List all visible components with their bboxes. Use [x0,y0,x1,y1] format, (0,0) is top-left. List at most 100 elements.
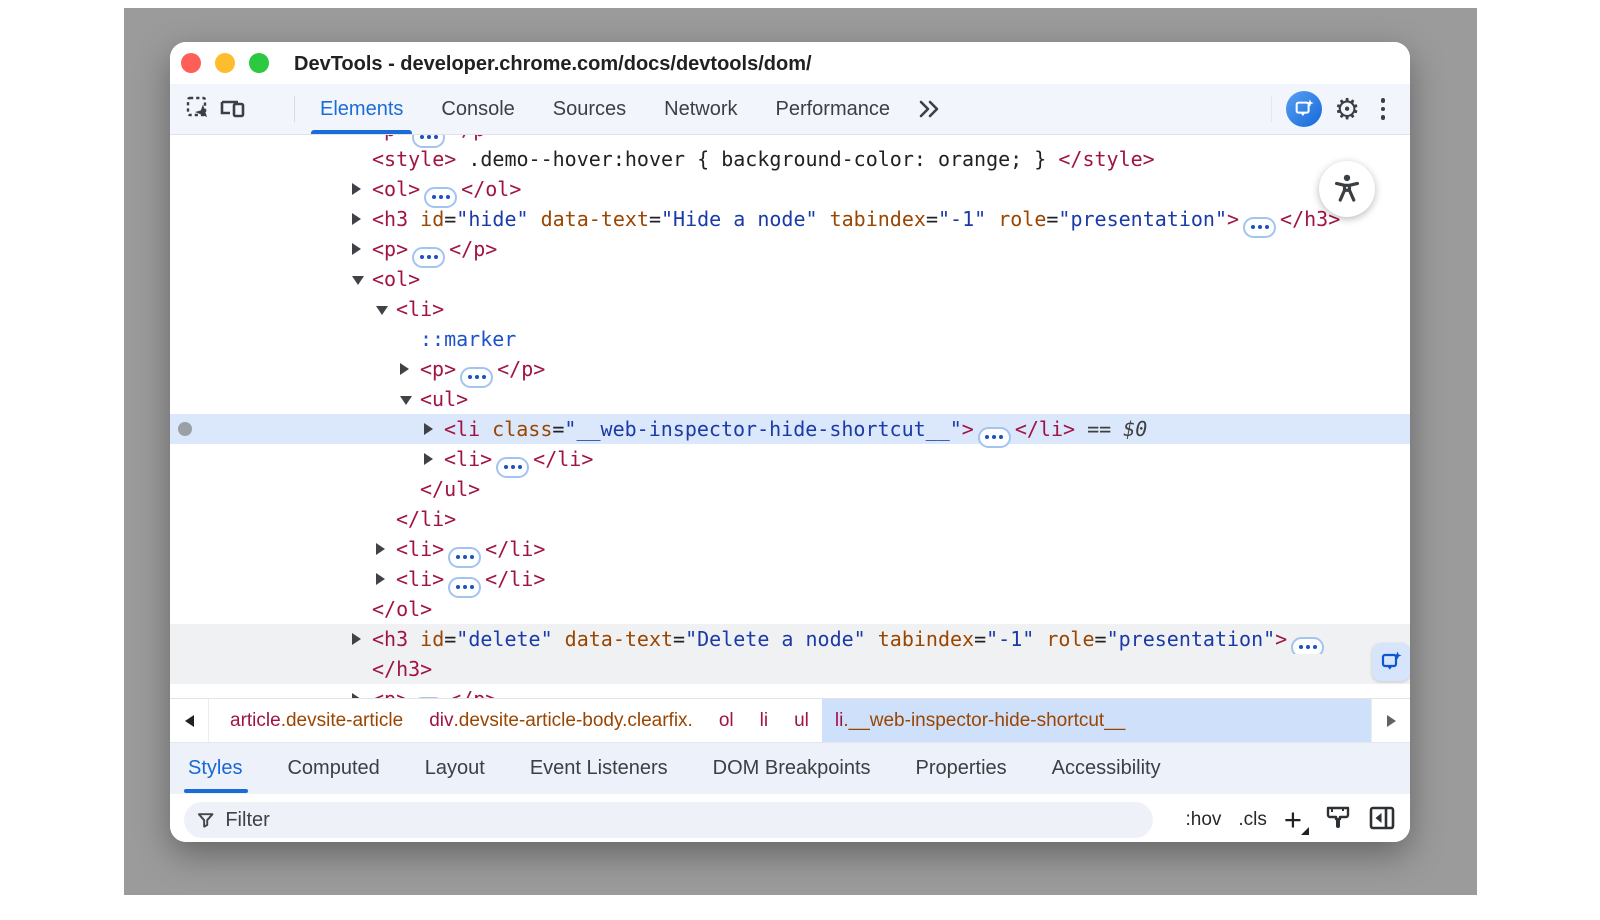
expand-arrow-icon[interactable] [352,243,361,255]
dom-node-text: <li></li> [396,564,545,598]
crumb-classes: .devsite-article [281,710,404,732]
dom-node-row[interactable]: <ul> [170,384,1410,414]
dom-node-row[interactable]: <ol></ol> [170,174,1410,204]
dom-node-row[interactable]: <li class="__web-inspector-hide-shortcut… [170,414,1410,444]
tab-network[interactable]: Network [645,84,756,134]
inspect-element-icon[interactable] [182,92,216,126]
active-tab-underline [311,130,412,134]
new-style-rule-button[interactable]: + [1284,807,1308,833]
kebab-menu-icon[interactable] [1370,92,1396,126]
expand-arrow-icon[interactable] [376,573,385,585]
breadcrumb-item[interactable]: ul [781,699,822,742]
token-plain: .demo--hover:hover { background-color: o… [456,147,1058,171]
tab-performance[interactable]: Performance [757,84,910,134]
token-attr: data-text [529,207,649,231]
toggle-sidebar-icon[interactable] [1368,805,1396,836]
dom-node-row[interactable]: <li></li> [170,534,1410,564]
dom-node-text: <ol> [372,264,420,294]
dom-node-row[interactable]: </h3> [170,654,1410,684]
breadcrumb-item[interactable]: ol [706,699,747,742]
sidebar-tab-layout[interactable]: Layout [425,743,485,793]
styles-filter-field[interactable] [184,802,1153,838]
toggle-class-button[interactable]: .cls [1238,809,1267,831]
toggle-element-state-button[interactable]: :hov [1185,809,1221,831]
dom-node-row[interactable]: </li> [170,504,1410,534]
breadcrumb-scroll-right-button[interactable] [1371,699,1410,742]
dom-node-text: <ul> [420,384,468,414]
sidebar-tab-properties[interactable]: Properties [916,743,1007,793]
collapse-arrow-icon[interactable] [352,276,364,285]
filter-funnel-icon [196,810,215,830]
dom-node-row[interactable]: <p></p> [170,234,1410,264]
dom-node-row[interactable]: <style> .demo--hover:hover { background-… [170,144,1410,174]
expand-arrow-icon[interactable] [352,633,361,645]
dom-node-text: </ol> [372,594,432,624]
breadcrumb-item[interactable]: div.devsite-article-body.clearfix. [416,699,706,742]
ai-assistance-button[interactable] [1286,91,1322,127]
dom-node-text: </h3> [372,654,432,684]
more-tabs-icon[interactable] [913,92,947,126]
dom-node-row[interactable]: ::marker [170,324,1410,354]
dom-node-row[interactable]: <ol> [170,264,1410,294]
filter-input[interactable] [223,808,1141,833]
dom-node-row[interactable]: <p></p> [170,135,1410,144]
crumb-tag: li [835,710,843,732]
tab-console[interactable]: Console [422,84,533,134]
breadcrumb-item[interactable]: li [747,699,781,742]
expand-arrow-icon[interactable] [352,213,361,225]
breadcrumb: article.devsite-articlediv.devsite-artic… [170,698,1410,742]
close-window-button[interactable] [181,53,201,73]
token-val: "presentation" [1058,207,1227,231]
dom-node-row[interactable]: <p></p> [170,684,1410,698]
expand-arrow-icon[interactable] [424,423,433,435]
dom-node-text: </ul> [420,474,480,504]
expand-arrow-icon[interactable] [376,543,385,555]
sidebar-tab-accessibility[interactable]: Accessibility [1052,743,1161,793]
ai-assistance-badge-button[interactable] [1372,643,1410,681]
token-tag: > [962,417,974,441]
token-tag: <ol> [372,177,420,201]
sidebar-tab-computed[interactable]: Computed [287,743,379,793]
chevron-right-icon [1387,715,1396,727]
dom-node-row[interactable]: <h3 id="delete" data-text="Delete a node… [170,624,1410,654]
token-val: "-1" [938,207,986,231]
token-tag: </li> [485,567,545,591]
accessibility-overlay-button[interactable] [1319,161,1375,217]
sidebar-tab-styles[interactable]: Styles [188,743,242,793]
breadcrumb-item[interactable]: article.devsite-article [217,699,416,742]
expand-arrow-icon[interactable] [352,183,361,195]
token-val: "__web-inspector-hide-shortcut__" [564,417,961,441]
dom-node-row[interactable]: <li></li> [170,564,1410,594]
dom-node-row[interactable]: <p></p> [170,354,1410,384]
token-tag: > [1227,207,1239,231]
minimize-window-button[interactable] [215,53,235,73]
tab-sources[interactable]: Sources [534,84,645,134]
zoom-window-button[interactable] [249,53,269,73]
dom-node-row[interactable]: </ul> [170,474,1410,504]
collapse-arrow-icon[interactable] [400,396,412,405]
tab-elements[interactable]: Elements [301,84,422,134]
toggle-device-toolbar-icon[interactable] [216,92,250,126]
ellipsis-expand-icon[interactable] [412,697,445,699]
settings-gear-icon[interactable]: ⚙ [1334,92,1360,126]
token-tag: </li> [533,447,593,471]
dom-node-row[interactable]: <li> [170,294,1410,324]
crumb-tag: article [230,710,281,732]
dom-node-text: <style> .demo--hover:hover { background-… [372,144,1155,174]
dom-node-row[interactable]: </ol> [170,594,1410,624]
rendering-brush-icon[interactable] [1325,804,1351,837]
expand-arrow-icon[interactable] [352,693,361,698]
sidebar-tab-event-listeners[interactable]: Event Listeners [530,743,668,793]
dom-node-row[interactable]: <li></li> [170,444,1410,474]
window-title: DevTools - developer.chrome.com/docs/dev… [294,42,812,86]
expand-arrow-icon[interactable] [400,363,409,375]
token-plain: = [673,627,685,651]
breadcrumb-item[interactable]: li.__web-inspector-hide-shortcut__ [822,699,1371,742]
sidebar-tab-dom-breakpoints[interactable]: DOM Breakpoints [713,743,871,793]
expand-arrow-icon[interactable] [424,453,433,465]
dom-node-row[interactable]: <h3 id="hide" data-text="Hide a node" ta… [170,204,1410,234]
crumb-classes: .devsite-article-body.clearfix. [453,710,692,732]
collapse-arrow-icon[interactable] [376,306,388,315]
breadcrumb-scroll-left-button[interactable] [170,699,209,742]
token-val: "delete" [456,627,552,651]
